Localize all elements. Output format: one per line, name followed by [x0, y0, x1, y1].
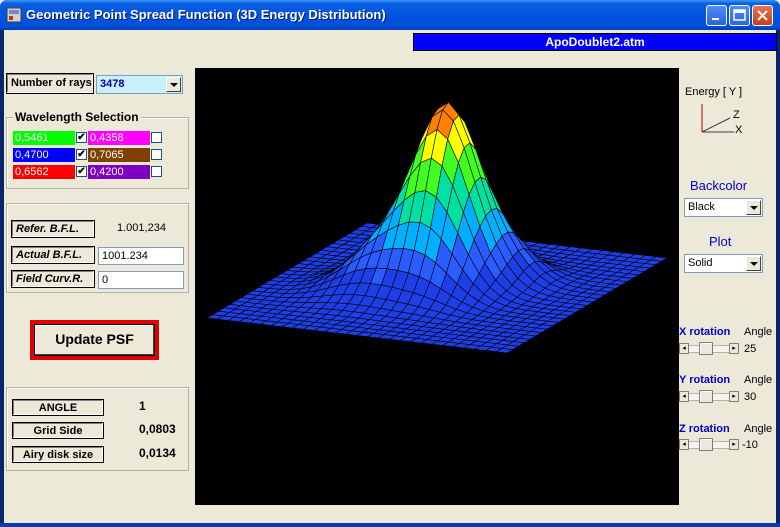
refer-bfl-value: 1.001,234: [117, 222, 166, 234]
z-rotation-thumb[interactable]: [699, 438, 713, 451]
chevron-down-icon[interactable]: [746, 256, 761, 271]
plot-style-select[interactable]: Solid: [684, 254, 763, 273]
grid-side-value: 0,0803: [139, 422, 176, 436]
wavelength-swatch: 0,4700: [13, 148, 75, 162]
field-curv-label: Field Curv.R.: [11, 270, 95, 288]
z-axis-label: Z: [733, 109, 740, 121]
grid-side-label: Grid Side: [12, 422, 104, 439]
wavelength-checkbox[interactable]: [151, 166, 162, 177]
airy-disk-label: Airy disk size: [12, 446, 104, 463]
z-rotation-slider[interactable]: ◂ ▸: [679, 438, 739, 451]
wavelength-swatch: 0,4200: [88, 165, 150, 179]
y-rotation-thumb[interactable]: [699, 390, 713, 403]
rays-value: 3478: [100, 78, 125, 90]
airy-disk-value: 0,0134: [139, 446, 176, 460]
minimize-icon: [712, 18, 719, 20]
plot-style-value: Solid: [688, 257, 713, 269]
maximize-button[interactable]: [729, 5, 750, 26]
rays-select[interactable]: 3478: [96, 75, 183, 94]
actual-bfl-label: Actual B.F.L.: [11, 246, 95, 264]
maximize-icon: [733, 9, 746, 21]
wavelength-checkbox[interactable]: [151, 132, 162, 143]
chevron-right-icon[interactable]: ▸: [729, 343, 739, 354]
x-rotation-thumb[interactable]: [699, 342, 713, 355]
angle-value: 1: [139, 399, 146, 413]
file-name-banner: ApoDoublet2.atm: [413, 33, 777, 51]
y-rotation-value: 30: [744, 391, 757, 403]
title-bar[interactable]: Geometric Point Spread Function (3D Ener…: [0, 0, 780, 30]
chevron-down-icon[interactable]: [166, 77, 181, 92]
app-icon: [6, 7, 22, 23]
backcolor-value: Black: [688, 201, 715, 213]
y-angle-label: Angle: [744, 374, 773, 386]
window-title: Geometric Point Spread Function (3D Ener…: [26, 7, 386, 22]
wavelength-checkbox[interactable]: [151, 149, 162, 160]
actual-bfl-input[interactable]: 1001.234: [98, 247, 184, 265]
chevron-right-icon[interactable]: ▸: [729, 391, 739, 402]
energy-axis-label: Energy [ Y ]: [685, 86, 743, 98]
x-rotation-slider[interactable]: ◂ ▸: [679, 342, 739, 355]
backcolor-select[interactable]: Black: [684, 198, 763, 217]
z-rotation-value: -10: [742, 439, 758, 451]
wavelength-group: Wavelength Selection 0,5461 ✔ 0,4358 0,4700…: [6, 110, 189, 189]
wavelength-swatch: 0,5461: [13, 131, 75, 145]
field-curv-input[interactable]: 0: [98, 271, 184, 289]
info-group: ANGLE 1 Grid Side 0,0803 Airy disk size …: [6, 387, 189, 471]
wavelength-checkbox[interactable]: ✔: [76, 149, 87, 160]
minimize-button[interactable]: [706, 5, 727, 26]
chevron-left-icon[interactable]: ◂: [679, 391, 689, 402]
chevron-left-icon[interactable]: ◂: [679, 439, 689, 450]
wavelength-title: Wavelength Selection: [13, 110, 141, 124]
chevron-left-icon[interactable]: ◂: [679, 343, 689, 354]
wavelength-checkbox[interactable]: ✔: [76, 132, 87, 143]
wavelength-swatch: 0,4358: [88, 131, 150, 145]
y-rotation-label: Y rotation: [679, 374, 731, 386]
wavelength-swatch: 0,7065: [88, 148, 150, 162]
x-rotation-value: 25: [744, 343, 757, 355]
psf-3d-plot[interactable]: [195, 68, 679, 505]
backcolor-label: Backcolor: [690, 178, 748, 193]
angle-label: ANGLE: [12, 399, 104, 416]
y-rotation-slider[interactable]: ◂ ▸: [679, 390, 739, 403]
window-bottom-border: [0, 523, 780, 527]
psf-surface-graphic: [206, 101, 668, 354]
plot-style-label: Plot: [709, 234, 732, 249]
wavelength-swatch: 0,6562: [13, 165, 75, 179]
client-area: ApoDoublet2.atm Number of rays 3478 Wave…: [4, 30, 777, 523]
chevron-down-icon[interactable]: [746, 200, 761, 215]
z-rotation-label: Z rotation: [679, 423, 730, 435]
update-psf-focus-border: Update PSF: [30, 320, 159, 360]
rays-label: Number of rays: [6, 73, 94, 94]
x-axis-label: X: [735, 124, 743, 136]
wavelength-checkbox[interactable]: ✔: [76, 166, 87, 177]
x-rotation-label: X rotation: [679, 326, 731, 338]
chevron-right-icon[interactable]: ▸: [729, 439, 739, 450]
close-button[interactable]: [752, 5, 773, 26]
z-angle-label: Angle: [744, 423, 773, 435]
x-angle-label: Angle: [744, 326, 773, 338]
bfl-group: Refer. B.F.L. 1.001,234 Actual B.F.L. 10…: [6, 203, 189, 293]
refer-bfl-label: Refer. B.F.L.: [11, 220, 95, 238]
app-window: Geometric Point Spread Function (3D Ener…: [0, 0, 780, 527]
update-psf-button[interactable]: Update PSF: [34, 324, 155, 356]
close-icon: [757, 10, 768, 21]
